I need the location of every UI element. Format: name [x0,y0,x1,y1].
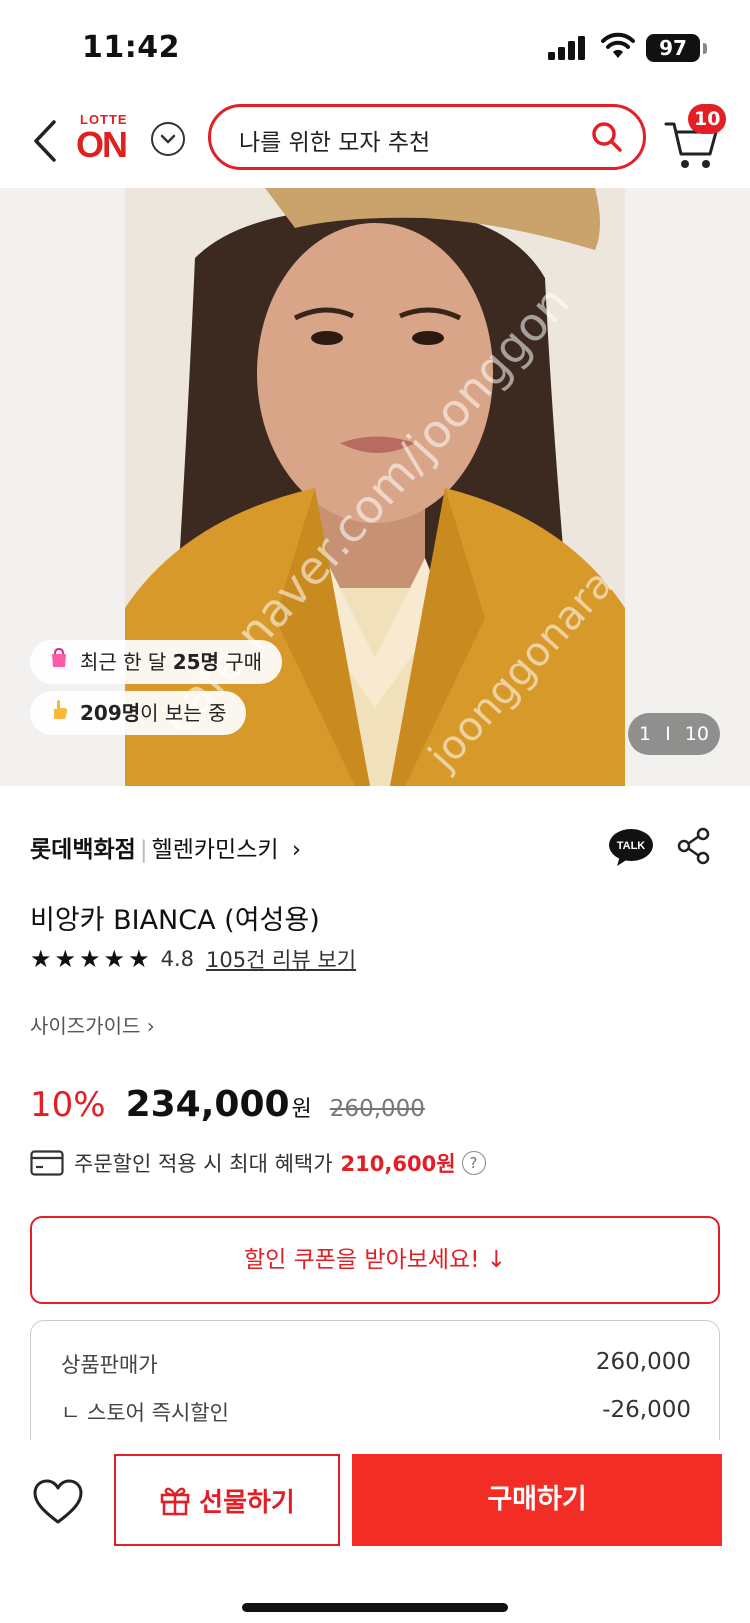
viewing-suffix: 이 보는 중 [140,701,227,725]
row-label: ㄴ 스토어 즉시할인 [61,1401,229,1425]
gift-icon [160,1487,190,1516]
price-breakdown-box: 상품판매가 260,000 ㄴ 스토어 즉시할인 -26,000 [30,1320,720,1450]
app-header: LOTTE ON 나를 위한 모자 추천 10 [0,96,750,186]
row-value: 260,000 [595,1349,691,1375]
image-pager: 1 I 10 [628,713,720,755]
price-row: 10% 234,000 원 260,000 [30,1084,425,1125]
talk-chat-button[interactable]: TALK [608,828,654,868]
service-menu-button[interactable] [151,122,185,156]
price-breakdown-row: ㄴ 스토어 즉시할인 -26,000 [61,1397,691,1427]
viewing-now-badge: 209명이 보는 중 [30,691,247,735]
rating-row: ★★★★★ 4.8 105건 리뷰 보기 [30,944,356,974]
size-guide-link[interactable]: 사이즈가이드 › [30,1010,155,1039]
cart-count-badge: 10 [688,104,727,134]
pager-current: 1 [639,723,652,745]
recent-purchase-badge: 최근 한 달 25명 구매 [30,640,283,684]
max-benefit-row: 주문할인 적용 시 최대 혜택가 210,600원 ? [30,1148,486,1178]
wifi-icon [601,32,635,58]
search-icon[interactable] [589,119,625,155]
talk-bubble-icon: TALK [609,829,653,866]
wishlist-heart-icon[interactable] [32,1478,84,1526]
sale-price: 234,000 [125,1084,290,1125]
status-bar: 11:42 97 [0,0,750,96]
recent-purchase-count: 25명 [172,650,219,674]
chevron-right-icon: › [291,837,302,863]
benefit-text: 주문할인 적용 시 최대 혜택가 [74,1152,333,1176]
lotte-on-logo[interactable]: LOTTE ON [76,110,138,170]
cellular-signal-icon [548,36,585,60]
gift-label: 선물하기 [199,1487,295,1518]
row-value: -26,000 [602,1397,691,1423]
brand-name[interactable]: 헬렌카민스키 [152,837,279,863]
rating-stars-icon: ★★★★★ [30,945,153,973]
share-icon[interactable] [676,826,712,866]
home-indicator [242,1603,508,1612]
review-link[interactable]: 105건 리뷰 보기 [206,944,356,974]
shopping-bag-icon [48,640,72,684]
gift-button[interactable]: 선물하기 [114,1454,340,1546]
coupon-download-button[interactable]: 할인 쿠폰을 받아보세요! ↓ [30,1216,720,1304]
help-icon[interactable]: ? [461,1151,486,1175]
recent-purchase-prefix: 최근 한 달 [80,650,173,674]
logo-on-text: ON [76,124,128,165]
talk-label: TALK [617,840,646,852]
store-name[interactable]: 롯데백화점 [30,837,136,863]
pointing-hand-icon [48,691,72,735]
battery-level: 97 [646,34,700,62]
discount-rate: 10% [30,1085,106,1125]
breadcrumb-divider: | [139,837,148,863]
price-breakdown-row: 상품판매가 260,000 [61,1349,691,1379]
buy-button[interactable]: 구매하기 [352,1454,722,1546]
breadcrumb[interactable]: 롯데백화점 | 헬렌카민스키 › [30,830,301,864]
status-time: 11:42 [82,30,180,65]
search-input[interactable]: 나를 위한 모자 추천 [208,104,646,170]
rating-value: 4.8 [160,947,194,971]
search-placeholder: 나를 위한 모자 추천 [239,130,431,156]
battery-cap [703,43,707,54]
original-price: 260,000 [329,1096,425,1122]
product-image-carousel[interactable]: cafe.naver.com/joonggon joonggonara 최근 한… [0,188,750,786]
card-icon [30,1150,64,1176]
pager-separator: I [665,723,671,745]
row-label: 상품판매가 [61,1353,158,1377]
bottom-action-bar: 선물하기 구매하기 [0,1440,750,1623]
benefit-amount: 210,600원 [340,1152,456,1176]
recent-purchase-suffix: 구매 [218,650,263,674]
viewing-count: 209명 [80,701,141,725]
product-title: 비앙카 BIANCA (여성용) [30,905,320,936]
chevron-down-icon [160,134,176,144]
pager-total: 10 [684,723,709,745]
currency-unit: 원 [291,1097,312,1122]
back-arrow-icon[interactable] [26,116,66,166]
